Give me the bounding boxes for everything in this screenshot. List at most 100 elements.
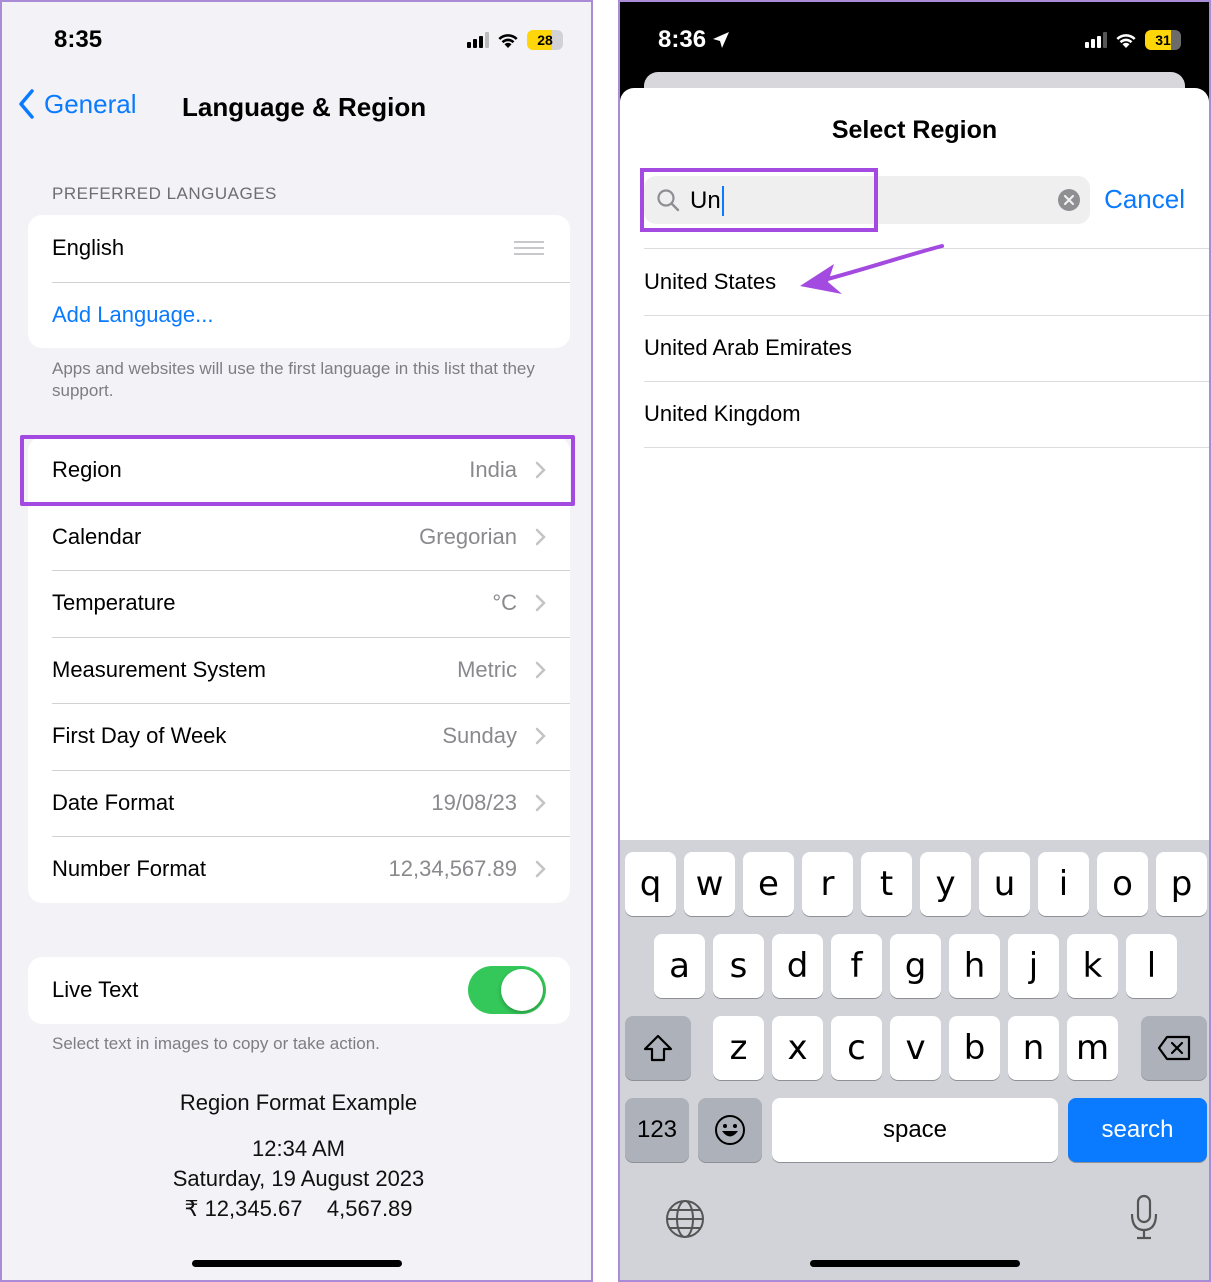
key-e[interactable]: e [743, 852, 794, 916]
language-region-screen: 8:35 28 General Language & Region PREFER… [0, 0, 593, 1282]
result-united-kingdom[interactable]: United Kingdom [644, 381, 1209, 448]
key-i[interactable]: i [1038, 852, 1089, 916]
setting-value: Sunday [442, 723, 517, 749]
search-input[interactable]: Un [644, 176, 1090, 224]
select-region-sheet: Select Region Un Cancel United States Un… [620, 88, 1209, 1280]
region-example-time: 12:34 AM [252, 1136, 345, 1161]
chevron-right-icon [535, 661, 546, 678]
key-t[interactable]: t [861, 852, 912, 916]
chevron-left-icon [19, 89, 34, 119]
status-bar: 8:35 28 [54, 26, 563, 56]
preferred-languages-header: PREFERRED LANGUAGES [52, 184, 277, 203]
key-p[interactable]: p [1156, 852, 1207, 916]
backspace-icon [1157, 1035, 1191, 1061]
language-row-english[interactable]: English [28, 215, 570, 282]
date-format-row[interactable]: Date Format 19/08/23 [28, 769, 570, 837]
select-region-screen: 8:36 31 Select Region Un Cancel United S… [618, 0, 1211, 1282]
key-b[interactable]: b [949, 1016, 1000, 1080]
emoji-key[interactable] [698, 1098, 762, 1162]
key-c[interactable]: c [831, 1016, 882, 1080]
live-text-toggle[interactable] [468, 966, 546, 1015]
setting-label: Calendar [52, 523, 142, 549]
result-united-states[interactable]: United States [644, 248, 1209, 315]
space-key[interactable]: space [772, 1098, 1058, 1162]
microphone-icon[interactable] [1128, 1194, 1160, 1242]
status-time-group: 8:36 [658, 26, 730, 54]
key-f[interactable]: f [831, 934, 882, 998]
live-text-group: Live Text [28, 957, 570, 1024]
key-d[interactable]: d [772, 934, 823, 998]
search-key[interactable]: search [1068, 1098, 1207, 1162]
language-label: English [52, 235, 125, 261]
status-bar: 8:36 31 [658, 26, 1181, 56]
back-button[interactable]: General [16, 88, 137, 120]
battery-icon: 31 [1145, 30, 1181, 50]
setting-value: °C [492, 590, 517, 616]
key-y[interactable]: y [920, 852, 971, 916]
key-w[interactable]: w [684, 852, 735, 916]
key-u[interactable]: u [979, 852, 1030, 916]
measurement-system-row[interactable]: Measurement System Metric [28, 636, 570, 704]
chevron-right-icon [535, 794, 546, 811]
key-s[interactable]: s [713, 934, 764, 998]
key-x[interactable]: x [772, 1016, 823, 1080]
chevron-right-icon [535, 528, 546, 545]
cancel-button[interactable]: Cancel [1104, 184, 1185, 215]
preferred-languages-group: English Add Language... [28, 215, 570, 348]
status-time: 8:36 [658, 26, 707, 53]
key-k[interactable]: k [1067, 934, 1118, 998]
add-language-button[interactable]: Add Language... [28, 281, 570, 349]
emoji-icon [715, 1115, 745, 1145]
live-text-label: Live Text [52, 977, 139, 1003]
languages-footer: Apps and websites will use the first lan… [52, 359, 535, 400]
key-r[interactable]: r [802, 852, 853, 916]
setting-value: India [469, 457, 517, 483]
region-row[interactable]: Region India [28, 437, 570, 504]
reorder-handle-icon[interactable] [514, 241, 544, 256]
shift-icon [643, 1034, 673, 1062]
numbers-key[interactable]: 123 [625, 1098, 689, 1162]
battery-level: 31 [1155, 32, 1171, 48]
search-icon [657, 189, 680, 212]
setting-label: Date Format [52, 789, 175, 815]
shift-key[interactable] [625, 1016, 691, 1080]
key-q[interactable]: q [625, 852, 676, 916]
setting-label: Temperature [52, 590, 176, 616]
temperature-row[interactable]: Temperature °C [28, 570, 570, 637]
key-h[interactable]: h [949, 934, 1000, 998]
status-icons: 28 [467, 30, 563, 50]
chevron-right-icon [535, 462, 546, 479]
calendar-row[interactable]: Calendar Gregorian [28, 503, 570, 571]
location-arrow-icon [713, 32, 730, 48]
first-day-of-week-row[interactable]: First Day of Week Sunday [28, 703, 570, 770]
key-g[interactable]: g [890, 934, 941, 998]
live-text-footer: Select text in images to copy or take ac… [52, 1034, 380, 1053]
key-v[interactable]: v [890, 1016, 941, 1080]
key-z[interactable]: z [713, 1016, 764, 1080]
live-text-row: Live Text [28, 957, 570, 1024]
cellular-signal-icon [1085, 32, 1107, 48]
battery-level: 28 [537, 32, 553, 48]
setting-label: Measurement System [52, 656, 266, 682]
setting-label: First Day of Week [52, 723, 227, 749]
setting-label: Region [52, 457, 122, 483]
delete-key[interactable] [1141, 1016, 1207, 1080]
key-n[interactable]: n [1008, 1016, 1059, 1080]
key-l[interactable]: l [1126, 934, 1177, 998]
chevron-right-icon [535, 595, 546, 612]
setting-value: Gregorian [419, 523, 517, 549]
wifi-icon [498, 33, 518, 48]
status-time: 8:35 [54, 26, 103, 53]
search-text: Un [690, 186, 724, 216]
key-o[interactable]: o [1097, 852, 1148, 916]
status-icons: 31 [1085, 30, 1181, 50]
key-a[interactable]: a [654, 934, 705, 998]
clear-icon[interactable] [1058, 189, 1080, 211]
globe-icon[interactable] [664, 1198, 706, 1240]
sheet-title: Select Region [831, 116, 998, 144]
result-united-arab-emirates[interactable]: United Arab Emirates [644, 314, 1209, 382]
number-format-row[interactable]: Number Format 12,34,567.89 [28, 836, 570, 903]
battery-icon: 28 [527, 30, 563, 50]
key-m[interactable]: m [1067, 1016, 1118, 1080]
key-j[interactable]: j [1008, 934, 1059, 998]
